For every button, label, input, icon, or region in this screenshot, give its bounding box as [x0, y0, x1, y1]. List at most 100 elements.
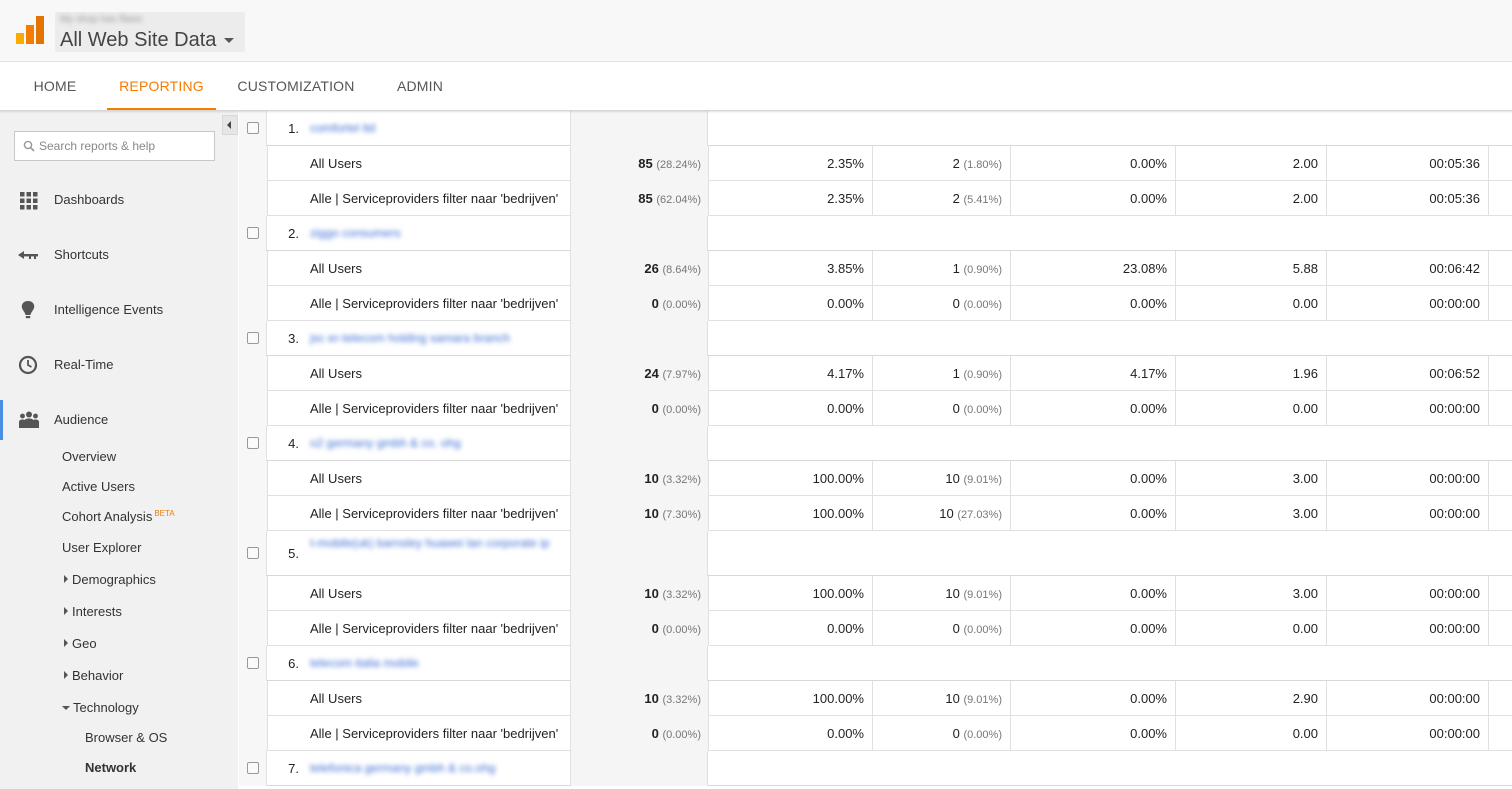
analytics-logo-icon[interactable] — [16, 16, 44, 44]
table-row: Alle | Serviceproviders filter naar 'bed… — [239, 286, 1512, 321]
sidebar-item-technology[interactable]: Technology — [62, 700, 139, 715]
sessions-cell-text: 0 (0.00%) — [652, 716, 701, 753]
table-group-row[interactable]: 6. telecom italia mobile — [239, 646, 1512, 681]
column-divider — [1175, 611, 1176, 646]
sidebar-item-overview[interactable]: Overview — [62, 449, 116, 464]
network-domain-link[interactable]: jsc er-telecom holding samara branch — [310, 321, 510, 356]
tab-admin[interactable]: ADMIN — [382, 63, 458, 110]
pages-per-session-cell: 3.00 — [1293, 576, 1318, 611]
sidebar-item-real-time[interactable]: Real-Time — [0, 345, 238, 385]
sidebar-item-behavior[interactable]: Behavior — [64, 668, 123, 683]
column-divider — [1010, 461, 1011, 496]
table-group-row[interactable]: 5. t-mobile(uk) barnsley huawei lan corpo… — [239, 531, 1512, 576]
new-users-cell-value: 0 — [952, 296, 960, 311]
search-box[interactable] — [14, 131, 215, 161]
tab-home[interactable]: HOME — [18, 63, 92, 110]
column-divider — [872, 356, 873, 391]
row-checkbox[interactable] — [247, 226, 259, 239]
avg-duration-cell-value: 00:00:00 — [1429, 471, 1480, 486]
chevron-right-icon — [64, 671, 68, 679]
new-users-cell: 1 (0.90%) — [953, 251, 1002, 288]
table-group-row[interactable]: 3. jsc er-telecom holding samara branch — [239, 321, 1512, 356]
new-users-cell-value: 10 — [945, 586, 960, 601]
sessions-cell-text: 24 (7.97%) — [644, 356, 701, 393]
tab-reporting[interactable]: REPORTING — [107, 63, 216, 110]
bounce-rate-cell-value: 0.00% — [1130, 586, 1167, 601]
sidebar-item-user-explorer[interactable]: User Explorer — [62, 540, 141, 555]
new-users-cell: 1 (0.90%) — [953, 356, 1002, 393]
pages-per-session-cell: 0.00 — [1293, 716, 1318, 751]
sidebar-item-geo[interactable]: Geo — [64, 636, 97, 651]
chevron-down-icon — [62, 706, 70, 710]
new-sessions-cell-value: 0.00% — [827, 726, 864, 741]
network-domain-link[interactable]: telefonica germany gmbh & co.ohg — [310, 751, 495, 786]
row-checkbox[interactable] — [247, 436, 259, 449]
column-divider — [1010, 356, 1011, 391]
bounce-rate-cell: 0.00% — [1130, 496, 1167, 531]
table-group-row[interactable]: 7. telefonica germany gmbh & co.ohg — [239, 751, 1512, 786]
chevron-down-icon[interactable] — [224, 38, 234, 43]
new-sessions-cell-value: 2.35% — [827, 191, 864, 206]
checkbox-column-cell — [239, 496, 267, 531]
tab-customization[interactable]: CUSTOMIZATION — [230, 63, 362, 110]
row-checkbox[interactable] — [247, 761, 259, 774]
column-divider — [570, 146, 571, 181]
network-domain-link[interactable]: comfortel ltd — [310, 111, 375, 146]
sidebar-item-active-users[interactable]: Active Users — [62, 479, 135, 494]
row-checkbox[interactable] — [247, 656, 259, 669]
new-users-cell: 10 (9.01%) — [945, 681, 1002, 718]
network-domain-link[interactable]: t-mobile(uk) barnsley huawei lan corpora… — [310, 536, 565, 550]
sidebar-item-interests[interactable]: Interests — [64, 604, 122, 619]
sidebar-item-shortcuts[interactable]: Shortcuts — [0, 235, 238, 275]
row-index: 6. — [288, 656, 299, 671]
bounce-rate-cell-value: 0.00% — [1130, 401, 1167, 416]
sidebar-item-demographics[interactable]: Demographics — [64, 572, 156, 587]
sidebar-item-intelligence-events[interactable]: Intelligence Events — [0, 290, 238, 330]
network-domain-link[interactable]: o2 germany gmbh & co. ohg — [310, 426, 461, 461]
column-divider — [570, 461, 571, 496]
sidebar-item-audience[interactable]: Audience — [0, 400, 238, 440]
table-row: All Users 26 (8.64%) 3.85% 1 (0.90%) 23.08% 5… — [239, 251, 1512, 286]
sidebar-item-network[interactable]: Network — [85, 760, 136, 775]
row-checkbox[interactable] — [247, 331, 259, 344]
network-domain-link[interactable]: ziggo consumers — [310, 216, 401, 251]
row-checkbox[interactable] — [247, 546, 259, 559]
table-group-row[interactable]: 4. o2 germany gmbh & co. ohg — [239, 426, 1512, 461]
sidebar-item-browser-os[interactable]: Browser & OS — [85, 730, 167, 745]
new-sessions-cell-value: 0.00% — [827, 401, 864, 416]
dashboard-grid-icon — [20, 192, 38, 210]
avg-duration-cell-value: 00:00:00 — [1429, 621, 1480, 636]
table-row: Alle | Serviceproviders filter naar 'bed… — [239, 716, 1512, 751]
account-selector[interactable]: My shop has flaws All Web Site Data — [55, 12, 245, 52]
column-divider — [1488, 576, 1489, 611]
column-divider — [708, 716, 709, 751]
row-checkbox[interactable] — [247, 121, 259, 134]
new-sessions-cell: 100.00% — [813, 576, 864, 611]
table-group-row[interactable]: 1. comfortel ltd — [239, 111, 1512, 146]
pages-per-session-cell: 1.96 — [1293, 356, 1318, 391]
table-group-row[interactable]: 2. ziggo consumers — [239, 216, 1512, 251]
bounce-rate-cell: 0.00% — [1130, 391, 1167, 426]
sessions-cell-text-value: 10 — [644, 586, 659, 601]
table-row: Alle | Serviceproviders filter naar 'bed… — [239, 181, 1512, 216]
bounce-rate-cell: 0.00% — [1130, 181, 1167, 216]
search-input[interactable] — [39, 132, 211, 160]
new-sessions-cell-value: 100.00% — [812, 586, 864, 601]
network-domain-link[interactable]: telecom italia mobile — [310, 646, 419, 681]
sidebar-item-cohort-analysis[interactable]: Cohort Analysis BETA — [62, 509, 175, 524]
checkbox-column-cell — [239, 286, 267, 321]
column-divider — [570, 611, 571, 646]
new-sessions-cell-value: 2.35% — [827, 156, 864, 171]
column-divider — [267, 461, 268, 496]
sidebar-item-label: Demographics — [72, 572, 156, 587]
sessions-cell-text-percent: (3.32%) — [662, 589, 701, 601]
sidebar-item-dashboards[interactable]: Dashboards — [0, 180, 238, 220]
new-users-cell-percent: (9.01%) — [963, 474, 1002, 486]
new-users-cell-value: 0 — [952, 726, 960, 741]
sidebar-item-label: Real-Time — [54, 357, 114, 372]
new-sessions-cell: 3.85% — [827, 251, 864, 286]
sidebar-item-label: Interests — [72, 604, 122, 619]
new-users-cell-percent: (1.80%) — [963, 159, 1002, 171]
sessions-cell-text-value: 24 — [644, 366, 659, 381]
collapse-sidebar-button[interactable] — [222, 115, 238, 135]
